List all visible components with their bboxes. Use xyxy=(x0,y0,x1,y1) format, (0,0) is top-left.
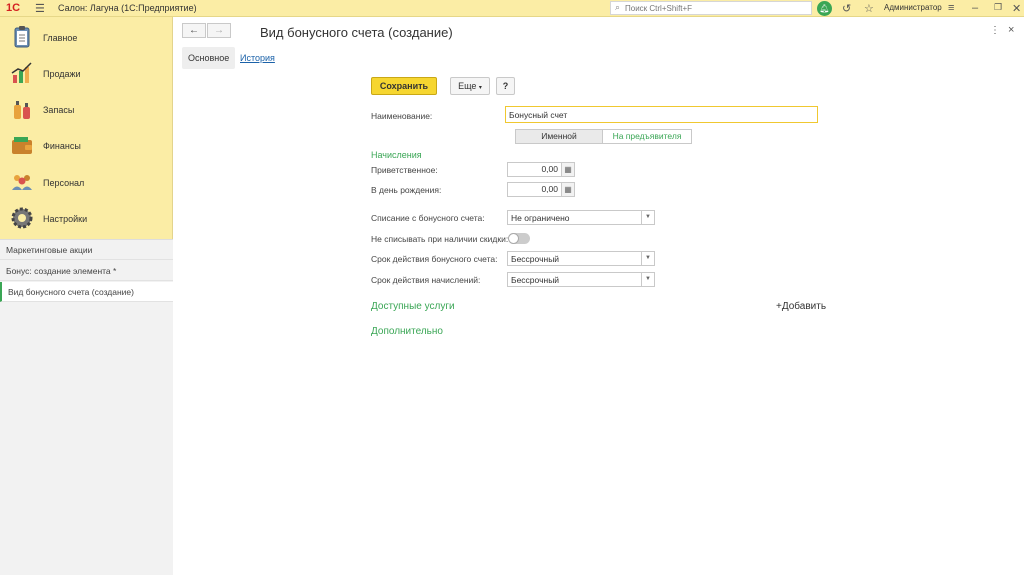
sidebar-item-label: Запасы xyxy=(43,105,75,115)
sidebar-item-settings[interactable]: Настройки xyxy=(0,200,173,236)
chart-icon xyxy=(11,62,32,83)
clipboard-icon xyxy=(14,26,30,48)
wallet-icon xyxy=(12,137,32,154)
search-input[interactable] xyxy=(625,3,810,14)
sidebar-item-label: Главное xyxy=(43,33,78,43)
open-windows-panel: Маркетинговые акции Бонус: создание элем… xyxy=(0,239,173,575)
top-bar: 1С ☰ Салон: Лагуна (1С:Предприятие) ⌕ 🔔︎… xyxy=(0,0,1024,17)
open-window-item-active[interactable]: Вид бонусного счета (создание) xyxy=(0,282,173,302)
sidebar-item-label: Персонал xyxy=(43,178,85,188)
bottles-icon xyxy=(14,101,30,119)
settings-lines-icon[interactable]: ≡ xyxy=(948,2,954,14)
page-title: Вид бонусного счета (создание) xyxy=(260,25,453,40)
main-area: ← → Вид бонусного счета (создание) ⋮ × О… xyxy=(174,17,1024,575)
sidebar-item-stock[interactable]: Запасы xyxy=(0,91,173,127)
forward-button[interactable]: → xyxy=(207,23,231,38)
seg-named[interactable]: Именной xyxy=(515,129,603,144)
user-name[interactable]: Администратор xyxy=(884,3,942,12)
help-button[interactable]: ? xyxy=(496,77,515,95)
close-window-icon[interactable]: ✕ xyxy=(1012,2,1021,15)
logo: 1С xyxy=(6,2,21,14)
chevron-down-icon[interactable]: ▼ xyxy=(641,211,654,224)
toggle-knob xyxy=(508,233,519,244)
no-writeoff-label: Не списывать при наличии скидки: xyxy=(371,234,509,244)
group-services[interactable]: Доступные услуги xyxy=(371,301,455,312)
validity-label: Срок действия бонусного счета: xyxy=(371,254,498,264)
sidebar-item-finance[interactable]: Финансы xyxy=(0,127,173,163)
notifications-icon[interactable]: 🔔︎ xyxy=(817,1,832,16)
birthday-field[interactable]: 0,00 xyxy=(507,182,562,197)
chevron-down-icon: ▾ xyxy=(478,85,482,91)
search-box[interactable]: ⌕ xyxy=(610,1,812,15)
writeoff-label: Списание с бонусного счета: xyxy=(371,213,485,223)
seg-bearer[interactable]: На предъявителя xyxy=(602,129,692,144)
group-extra[interactable]: Дополнительно xyxy=(371,326,443,337)
chevron-down-icon[interactable]: ▼ xyxy=(641,252,654,265)
add-service-button[interactable]: +Добавить xyxy=(776,301,826,312)
validity-select[interactable]: Бессрочный ▼ xyxy=(507,251,655,266)
app-title: Салон: Лагуна (1С:Предприятие) xyxy=(58,3,197,13)
people-icon xyxy=(12,175,32,190)
back-button[interactable]: ← xyxy=(182,23,206,38)
tab-history[interactable]: История xyxy=(234,47,281,69)
close-icon[interactable]: × xyxy=(1008,24,1014,36)
sidebar: Главное Продажи Запасы Финансы Персонал … xyxy=(0,17,173,575)
gear-icon xyxy=(11,207,33,229)
chevron-down-icon[interactable]: ▼ xyxy=(641,273,654,286)
more-options-icon[interactable]: ⋮ xyxy=(990,25,1000,36)
open-window-item[interactable]: Бонус: создание элемента * xyxy=(0,261,173,281)
menu-icon[interactable]: ☰ xyxy=(35,2,45,15)
writeoff-select[interactable]: Не ограничено ▼ xyxy=(507,210,655,225)
sidebar-item-sales[interactable]: Продажи xyxy=(0,55,173,91)
accrual-validity-select[interactable]: Бессрочный ▼ xyxy=(507,272,655,287)
more-button[interactable]: Еще ▾ xyxy=(450,77,490,95)
accrual-validity-label: Срок действия начислений: xyxy=(371,275,481,285)
welcome-label: Приветственное: xyxy=(371,165,438,175)
sidebar-item-main[interactable]: Главное xyxy=(0,19,173,55)
restore-icon[interactable]: ❐ xyxy=(994,2,1002,13)
sidebar-item-personnel[interactable]: Персонал xyxy=(0,164,173,200)
history-icon[interactable]: ↺ xyxy=(842,2,851,15)
birthday-label: В день рождения: xyxy=(371,185,442,195)
star-icon[interactable]: ☆ xyxy=(864,2,874,15)
open-window-item[interactable]: Маркетинговые акции xyxy=(0,240,173,260)
sidebar-item-label: Настройки xyxy=(43,214,88,224)
save-button[interactable]: Сохранить xyxy=(371,77,437,95)
sidebar-item-label: Продажи xyxy=(43,69,81,79)
tab-main[interactable]: Основное xyxy=(182,47,236,69)
calculator-icon[interactable]: ▦ xyxy=(561,182,575,197)
minimize-icon[interactable]: – xyxy=(972,2,978,14)
section-accruals: Начисления xyxy=(371,150,422,160)
name-field[interactable] xyxy=(505,106,818,123)
sidebar-item-label: Финансы xyxy=(43,141,81,151)
no-writeoff-toggle[interactable] xyxy=(508,233,530,244)
calculator-icon[interactable]: ▦ xyxy=(561,162,575,177)
search-icon: ⌕ xyxy=(615,2,621,12)
welcome-field[interactable]: 0,00 xyxy=(507,162,562,177)
name-label: Наименование: xyxy=(371,111,433,121)
